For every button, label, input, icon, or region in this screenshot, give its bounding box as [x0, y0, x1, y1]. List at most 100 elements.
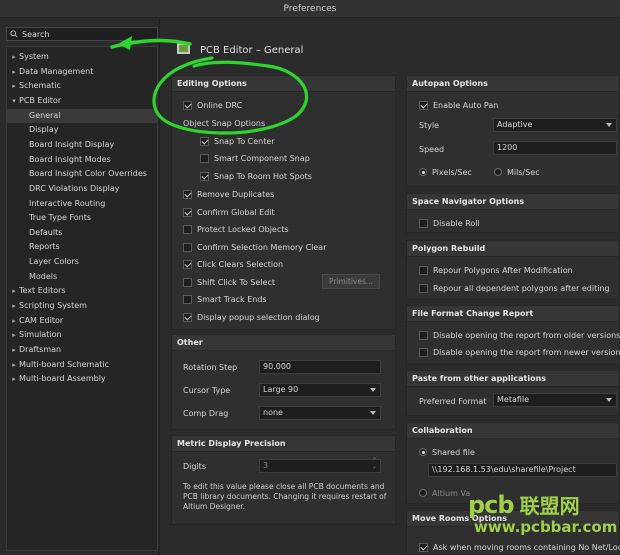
- comp-drag-select[interactable]: none: [259, 406, 381, 420]
- disable-roll-label: Disable Roll: [433, 218, 480, 228]
- tree-item[interactable]: ▸ CAM Editor: [7, 314, 157, 328]
- tree-item-label: Board Insight Color Overrides: [29, 169, 147, 179]
- repour-after-option[interactable]: Repour Polygons After Modification: [419, 263, 573, 277]
- altium-vault-radio[interactable]: [419, 489, 427, 497]
- preferred-format-select[interactable]: Metafile: [493, 393, 617, 407]
- primitives-button[interactable]: Primitives...: [322, 274, 380, 289]
- tree-item[interactable]: Board Insight Modes: [7, 153, 157, 167]
- tree-item[interactable]: ▸ Scripting System: [7, 299, 157, 313]
- confirm-global-option[interactable]: Confirm Global Edit: [183, 205, 275, 219]
- tree-item[interactable]: ▸ Multi-board Schematic: [7, 358, 157, 372]
- display-popup-checkbox[interactable]: [183, 312, 192, 322]
- cursor-type-select[interactable]: Large 90: [259, 383, 381, 397]
- tree-item[interactable]: ▸ Multi-board Assembly: [7, 372, 157, 386]
- tree-item[interactable]: Board Insight Display: [7, 138, 157, 152]
- confirm-global-checkbox[interactable]: [183, 207, 192, 217]
- snap-hot-checkbox[interactable]: [200, 171, 209, 181]
- tree-item[interactable]: Models: [7, 270, 157, 284]
- rotation-input[interactable]: 90.000: [259, 360, 381, 374]
- older-checkbox[interactable]: [419, 330, 428, 340]
- pixels-radio[interactable]: [419, 168, 427, 176]
- shared-file-option[interactable]: Shared file: [419, 445, 475, 459]
- tree-item[interactable]: Defaults: [7, 226, 157, 240]
- protect-locked-checkbox[interactable]: [183, 224, 192, 234]
- preferred-format-label: Preferred Format: [419, 397, 487, 406]
- tree-item-label: Draftsman: [19, 345, 62, 354]
- tree-item[interactable]: True Type Fonts: [7, 211, 157, 225]
- tree-item[interactable]: General: [7, 108, 157, 123]
- ask-moving-option[interactable]: Ask when moving rooms containing No Net/…: [419, 540, 620, 554]
- snap-hot-option[interactable]: Snap To Room Hot Spots: [200, 169, 312, 183]
- tree-item[interactable]: ▾ PCB Editor: [7, 94, 157, 108]
- older-option[interactable]: Disable opening the report from older ve…: [419, 328, 620, 342]
- newer-option[interactable]: Disable opening the report from newer ve…: [419, 345, 620, 359]
- chevron-right-icon[interactable]: ▸: [9, 358, 19, 372]
- search-box[interactable]: Search: [6, 27, 158, 41]
- chevron-right-icon[interactable]: ▸: [9, 50, 19, 64]
- confirm-sel-mem-checkbox[interactable]: [183, 242, 192, 252]
- style-select[interactable]: Adaptive: [493, 118, 617, 132]
- tree-item-label: Simulation: [19, 330, 62, 340]
- display-popup-label: Display popup selection dialog: [197, 312, 320, 322]
- search-icon: [10, 30, 18, 38]
- smart-track-checkbox[interactable]: [183, 294, 192, 304]
- chevron-right-icon[interactable]: ▸: [9, 372, 19, 386]
- chevron-right-icon[interactable]: ▸: [9, 284, 19, 298]
- chevron-right-icon[interactable]: ▸: [9, 328, 19, 342]
- altium-vault-option[interactable]: Altium Va: [419, 486, 470, 500]
- remove-dup-checkbox[interactable]: [183, 189, 192, 199]
- disable-roll-option[interactable]: Disable Roll: [419, 216, 480, 230]
- protect-locked-option[interactable]: Protect Locked Objects: [183, 222, 289, 236]
- tree-item[interactable]: Layer Colors: [7, 255, 157, 269]
- tree-item[interactable]: Display: [7, 123, 157, 137]
- smart-snap-option[interactable]: Smart Component Snap: [200, 151, 310, 165]
- remove-dup-option[interactable]: Remove Duplicates: [183, 187, 274, 201]
- repour-all-option[interactable]: Repour all dependent polygons after edit…: [419, 281, 610, 295]
- snap-center-checkbox[interactable]: [200, 136, 209, 146]
- tree-item[interactable]: DRC Violations Display: [7, 182, 157, 196]
- chevron-right-icon[interactable]: ▸: [9, 79, 19, 93]
- tree-item-label: DRC Violations Display: [29, 183, 120, 193]
- tree-item[interactable]: Board Insight Color Overrides: [7, 167, 157, 181]
- mils-option[interactable]: Mils/Sec: [494, 165, 540, 179]
- chevron-right-icon[interactable]: ▸: [9, 314, 19, 328]
- pixels-option[interactable]: Pixels/Sec: [419, 165, 472, 179]
- smart-track-option[interactable]: Smart Track Ends: [183, 292, 267, 306]
- mils-radio[interactable]: [494, 168, 502, 176]
- click-clears-checkbox[interactable]: [183, 259, 192, 269]
- ask-moving-checkbox[interactable]: [419, 542, 428, 552]
- tree-item[interactable]: Reports: [7, 240, 157, 254]
- digits-input[interactable]: 3: [259, 458, 381, 473]
- tree-item[interactable]: ▸ Text Editors: [7, 284, 157, 298]
- chevron-right-icon[interactable]: ▸: [9, 299, 19, 313]
- rotation-label: Rotation Step: [183, 363, 238, 372]
- confirm-sel-mem-option[interactable]: Confirm Selection Memory Clear: [183, 240, 326, 254]
- page-title: PCB Editor – General: [200, 45, 304, 56]
- online-drc-checkbox[interactable]: [183, 100, 192, 110]
- disable-roll-checkbox[interactable]: [419, 218, 428, 228]
- repour-after-checkbox[interactable]: [419, 265, 428, 275]
- display-popup-option[interactable]: Display popup selection dialog: [183, 310, 320, 324]
- tree-item[interactable]: ▸ Data Management: [7, 65, 157, 79]
- chevron-right-icon[interactable]: ▸: [9, 343, 19, 357]
- newer-checkbox[interactable]: [419, 347, 428, 357]
- tree-item[interactable]: ▸ Draftsman: [7, 343, 157, 357]
- shared-file-radio[interactable]: [419, 448, 427, 456]
- chevron-down-icon[interactable]: ▾: [9, 94, 19, 108]
- enable-autopan-checkbox[interactable]: [419, 100, 428, 110]
- shared-path-input[interactable]: \\192.168.1.53\edu\sharefile\Project: [428, 463, 617, 477]
- click-clears-option[interactable]: Click Clears Selection: [183, 257, 283, 271]
- speed-input[interactable]: 1200: [493, 141, 617, 155]
- enable-autopan-option[interactable]: Enable Auto Pan: [419, 98, 498, 112]
- smart-snap-checkbox[interactable]: [200, 153, 209, 163]
- tree-item[interactable]: ▸ System: [7, 50, 157, 64]
- tree-item[interactable]: Interactive Routing: [7, 197, 157, 211]
- snap-center-option[interactable]: Snap To Center: [200, 134, 275, 148]
- tree-item[interactable]: ▸ Simulation: [7, 328, 157, 342]
- repour-all-checkbox[interactable]: [419, 283, 428, 293]
- shift-click-option[interactable]: Shift Click To Select: [183, 275, 275, 289]
- shift-click-checkbox[interactable]: [183, 277, 192, 287]
- online-drc-option[interactable]: Online DRC: [183, 98, 242, 112]
- chevron-right-icon[interactable]: ▸: [9, 65, 19, 79]
- tree-item[interactable]: ▸ Schematic: [7, 79, 157, 93]
